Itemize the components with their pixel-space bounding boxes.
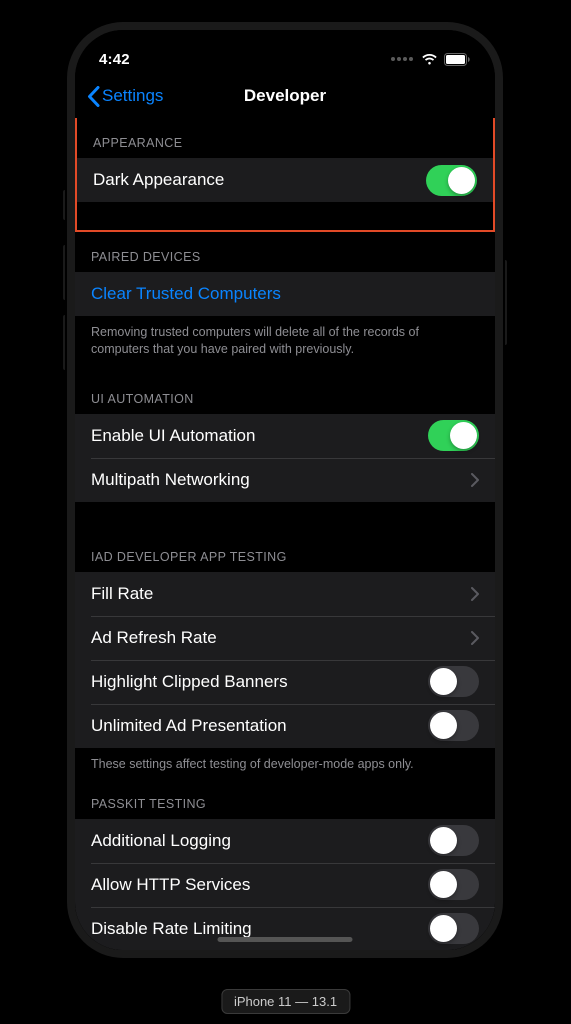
chevron-right-icon: [471, 631, 479, 645]
row-enable-ui-automation[interactable]: Enable UI Automation: [75, 414, 495, 458]
row-multipath-networking[interactable]: Multipath Networking: [75, 458, 495, 502]
row-label: Fill Rate: [91, 584, 471, 604]
device-volume-down: [63, 315, 67, 370]
toggle-additional-logging[interactable]: [428, 825, 479, 856]
spacer: [77, 202, 493, 230]
toggle-highlight-clipped[interactable]: [428, 666, 479, 697]
row-label: Ad Refresh Rate: [91, 628, 471, 648]
chevron-right-icon: [471, 473, 479, 487]
toggle-disable-rate-limiting[interactable]: [428, 913, 479, 944]
toggle-allow-http[interactable]: [428, 869, 479, 900]
battery-icon: [444, 53, 471, 66]
device-label: iPhone 11 — 13.1: [221, 989, 350, 1014]
device-mute-switch: [63, 190, 67, 220]
nav-bar: Settings Developer: [75, 74, 495, 118]
highlight-box: APPEARANCE Dark Appearance: [75, 118, 495, 232]
section-header-appearance: APPEARANCE: [77, 118, 493, 158]
row-clear-trusted[interactable]: Clear Trusted Computers: [75, 272, 495, 316]
device-notch: [190, 30, 380, 58]
status-time: 4:42: [99, 51, 130, 68]
device-volume-up: [63, 245, 67, 300]
row-disable-rate-limiting[interactable]: Disable Rate Limiting: [75, 907, 495, 950]
row-label: Highlight Clipped Banners: [91, 672, 428, 692]
row-label: Dark Appearance: [93, 170, 426, 190]
row-dark-appearance[interactable]: Dark Appearance: [77, 158, 493, 202]
row-label: Disable Rate Limiting: [91, 919, 428, 939]
chevron-left-icon: [87, 86, 100, 107]
toggle-dark-appearance[interactable]: [426, 165, 477, 196]
section-header-paired: PAIRED DEVICES: [75, 232, 495, 272]
toggle-unlimited-ad[interactable]: [428, 710, 479, 741]
row-allow-http[interactable]: Allow HTTP Services: [75, 863, 495, 907]
row-label: Multipath Networking: [91, 470, 471, 490]
home-indicator[interactable]: [218, 937, 353, 942]
section-header-iad: IAD DEVELOPER APP TESTING: [75, 502, 495, 572]
row-label: Unlimited Ad Presentation: [91, 716, 428, 736]
row-ad-refresh-rate[interactable]: Ad Refresh Rate: [75, 616, 495, 660]
back-button[interactable]: Settings: [87, 86, 163, 107]
back-label: Settings: [102, 86, 163, 106]
device-frame: 4:42: [75, 30, 495, 950]
section-footer-iad: These settings affect testing of develop…: [75, 748, 495, 779]
row-label: Enable UI Automation: [91, 426, 428, 446]
row-label: Additional Logging: [91, 831, 428, 851]
settings-content[interactable]: APPEARANCE Dark Appearance PAIRED DEVICE…: [75, 118, 495, 950]
cellular-dots-icon: [391, 57, 413, 61]
status-icons: [391, 53, 471, 66]
section-header-passkit: PASSKIT TESTING: [75, 779, 495, 819]
row-highlight-clipped[interactable]: Highlight Clipped Banners: [75, 660, 495, 704]
device-power-button: [503, 260, 507, 345]
row-label: Clear Trusted Computers: [91, 284, 479, 304]
section-header-ui-automation: UI AUTOMATION: [75, 364, 495, 414]
chevron-right-icon: [471, 587, 479, 601]
row-additional-logging[interactable]: Additional Logging: [75, 819, 495, 863]
section-footer-paired: Removing trusted computers will delete a…: [75, 316, 495, 364]
row-label: Allow HTTP Services: [91, 875, 428, 895]
toggle-ui-automation[interactable]: [428, 420, 479, 451]
screen: 4:42: [75, 30, 495, 950]
wifi-icon: [421, 53, 438, 65]
row-fill-rate[interactable]: Fill Rate: [75, 572, 495, 616]
row-unlimited-ad[interactable]: Unlimited Ad Presentation: [75, 704, 495, 748]
